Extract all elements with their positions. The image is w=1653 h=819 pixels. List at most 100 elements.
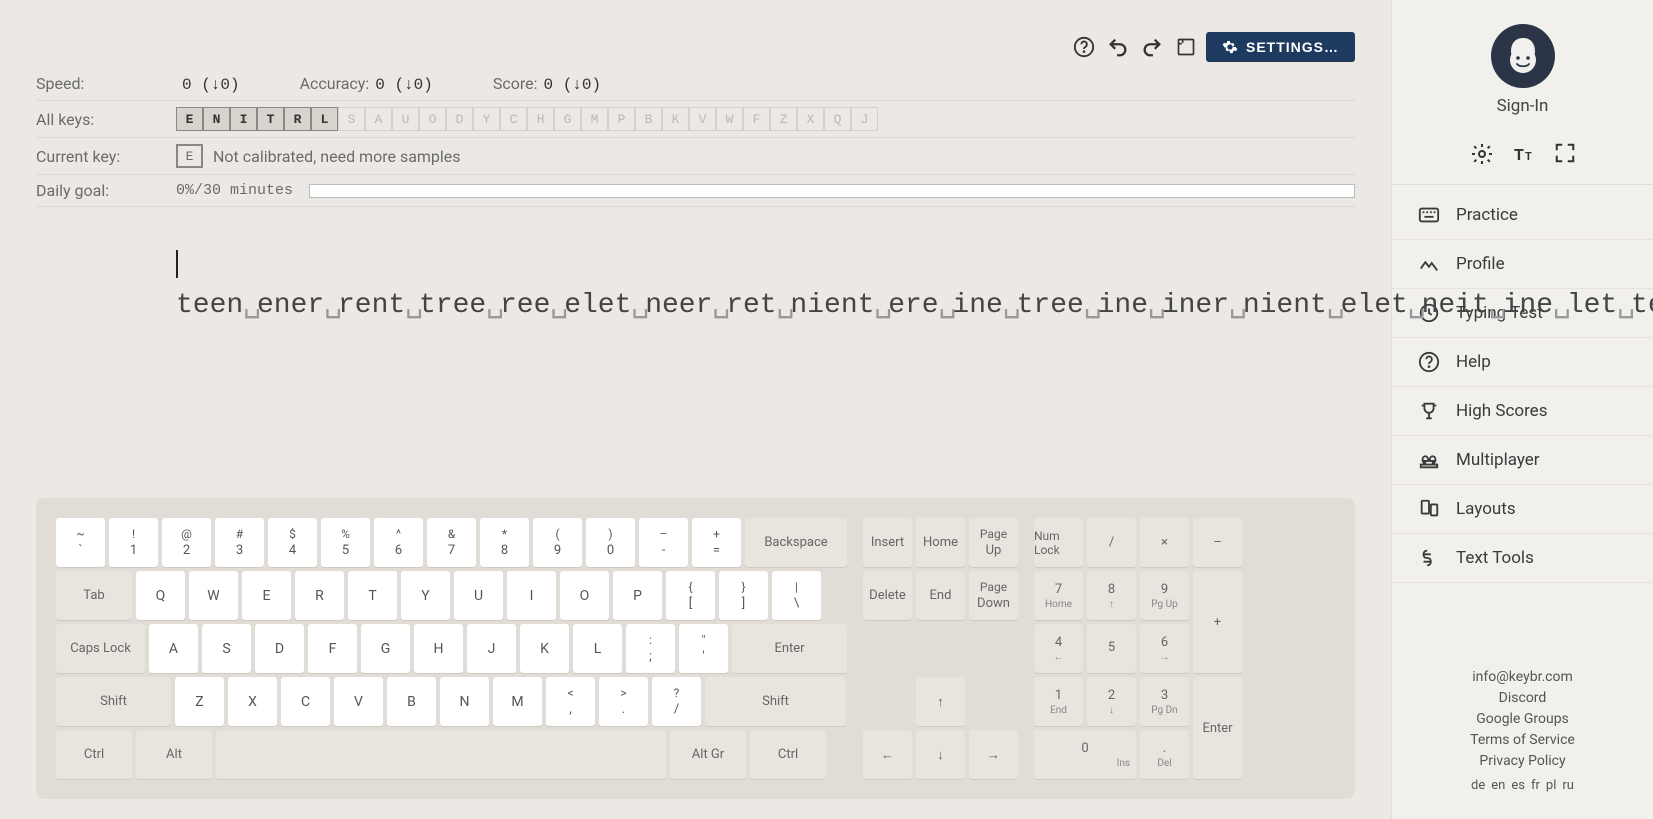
key[interactable]: Ctrl (750, 730, 826, 779)
undo-icon[interactable] (1104, 33, 1132, 61)
key[interactable]: → (969, 730, 1018, 779)
key[interactable]: L (573, 624, 622, 673)
key[interactable]: 6→ (1140, 624, 1189, 673)
lang-link[interactable]: fr (1531, 776, 1540, 796)
key[interactable]: Delete (863, 571, 912, 620)
keychip-active[interactable]: E (176, 107, 203, 131)
key[interactable]: )0 (586, 518, 635, 567)
keychip-active[interactable]: I (230, 107, 257, 131)
key[interactable]: 8↑ (1087, 571, 1136, 620)
key[interactable]: / (1087, 518, 1136, 567)
sidebar-item[interactable]: High Scores (1392, 387, 1653, 436)
text-size-icon[interactable]: TT (1512, 142, 1536, 170)
footer-link[interactable]: info@keybr.com (1412, 667, 1633, 688)
key[interactable]: 3Pg Dn (1140, 677, 1189, 726)
key[interactable]: $4 (268, 518, 317, 567)
keychip-inactive[interactable]: F (743, 107, 770, 131)
key[interactable]: ↓ (916, 730, 965, 779)
key[interactable]: V (334, 677, 383, 726)
key[interactable]: ^6 (374, 518, 423, 567)
key[interactable]: W (189, 571, 238, 620)
lang-link[interactable]: ru (1562, 776, 1574, 796)
lang-link[interactable]: de (1471, 776, 1485, 796)
key[interactable]: Backspace (745, 518, 847, 567)
key[interactable]: – (1193, 518, 1242, 567)
key[interactable]: #3 (215, 518, 264, 567)
key[interactable]: Alt Gr (670, 730, 746, 779)
key[interactable]: I (507, 571, 556, 620)
key[interactable]: *8 (480, 518, 529, 567)
key[interactable]: .Del (1140, 730, 1189, 779)
key[interactable]: &7 (427, 518, 476, 567)
key[interactable]: Ctrl (56, 730, 132, 779)
help-icon[interactable] (1070, 33, 1098, 61)
keychip-inactive[interactable]: Z (770, 107, 797, 131)
keychip-active[interactable]: R (284, 107, 311, 131)
key[interactable]: <, (546, 677, 595, 726)
key[interactable] (216, 730, 666, 779)
key[interactable]: J (467, 624, 516, 673)
keychip-inactive[interactable]: C (500, 107, 527, 131)
key[interactable]: 1End (1034, 677, 1083, 726)
key[interactable]: Enter (732, 624, 847, 673)
footer-link[interactable]: Terms of Service (1412, 730, 1633, 751)
key[interactable]: (9 (533, 518, 582, 567)
key[interactable]: F (308, 624, 357, 673)
key[interactable]: C (281, 677, 330, 726)
key[interactable]: Tab (56, 571, 132, 620)
key[interactable]: G (361, 624, 410, 673)
key[interactable]: 5 (1087, 624, 1136, 673)
key[interactable]: T (348, 571, 397, 620)
key[interactable]: {[ (666, 571, 715, 620)
key[interactable]: ↑ (916, 677, 965, 726)
key[interactable]: Shift (705, 677, 846, 726)
key[interactable]: O (560, 571, 609, 620)
keychip-inactive[interactable]: P (608, 107, 635, 131)
keychip-inactive[interactable]: A (365, 107, 392, 131)
keychip-inactive[interactable]: H (527, 107, 554, 131)
key[interactable]: D (255, 624, 304, 673)
key[interactable]: Enter (1193, 677, 1242, 779)
key[interactable]: 7Home (1034, 571, 1083, 620)
sidebar-item[interactable]: Layouts (1392, 485, 1653, 534)
typing-text[interactable]: teen␣ener␣rent␣tree␣ree␣elet␣neer␣ret␣ni… (176, 241, 1176, 328)
keychip-inactive[interactable]: G (554, 107, 581, 131)
footer-link[interactable]: Google Groups (1412, 709, 1633, 730)
keychip-active[interactable]: N (203, 107, 230, 131)
keychip-inactive[interactable]: M (581, 107, 608, 131)
footer-link[interactable]: Privacy Policy (1412, 751, 1633, 772)
key[interactable]: Alt (136, 730, 212, 779)
key[interactable]: H (414, 624, 463, 673)
key[interactable]: Caps Lock (56, 624, 145, 673)
key[interactable]: Y (401, 571, 450, 620)
key[interactable]: 0Ins (1034, 730, 1136, 779)
key[interactable]: M (493, 677, 542, 726)
key[interactable]: S (202, 624, 251, 673)
key[interactable]: K (520, 624, 569, 673)
lang-link[interactable]: en (1491, 776, 1505, 796)
redo-icon[interactable] (1138, 33, 1166, 61)
keychip-inactive[interactable]: X (797, 107, 824, 131)
expand-icon[interactable] (1554, 142, 1576, 170)
lang-link[interactable]: pl (1546, 776, 1556, 796)
sidebar-item[interactable]: Profile (1392, 240, 1653, 289)
key[interactable]: @2 (162, 518, 211, 567)
key[interactable]: E (242, 571, 291, 620)
key[interactable]: A (149, 624, 198, 673)
key[interactable]: += (692, 518, 741, 567)
key[interactable]: }] (719, 571, 768, 620)
settings-button[interactable]: SETTINGS… (1206, 32, 1355, 62)
key[interactable]: ?/ (652, 677, 701, 726)
key[interactable]: + (1193, 571, 1242, 673)
keychip-inactive[interactable]: U (392, 107, 419, 131)
key[interactable]: PageUp (969, 518, 1018, 567)
key[interactable]: Home (916, 518, 965, 567)
avatar-icon[interactable] (1491, 24, 1555, 88)
key[interactable]: >. (599, 677, 648, 726)
key[interactable]: Num Lock (1034, 518, 1083, 567)
key[interactable]: B (387, 677, 436, 726)
key[interactable]: P (613, 571, 662, 620)
key[interactable]: N (440, 677, 489, 726)
footer-link[interactable]: Discord (1412, 688, 1633, 709)
keychip-inactive[interactable]: K (662, 107, 689, 131)
